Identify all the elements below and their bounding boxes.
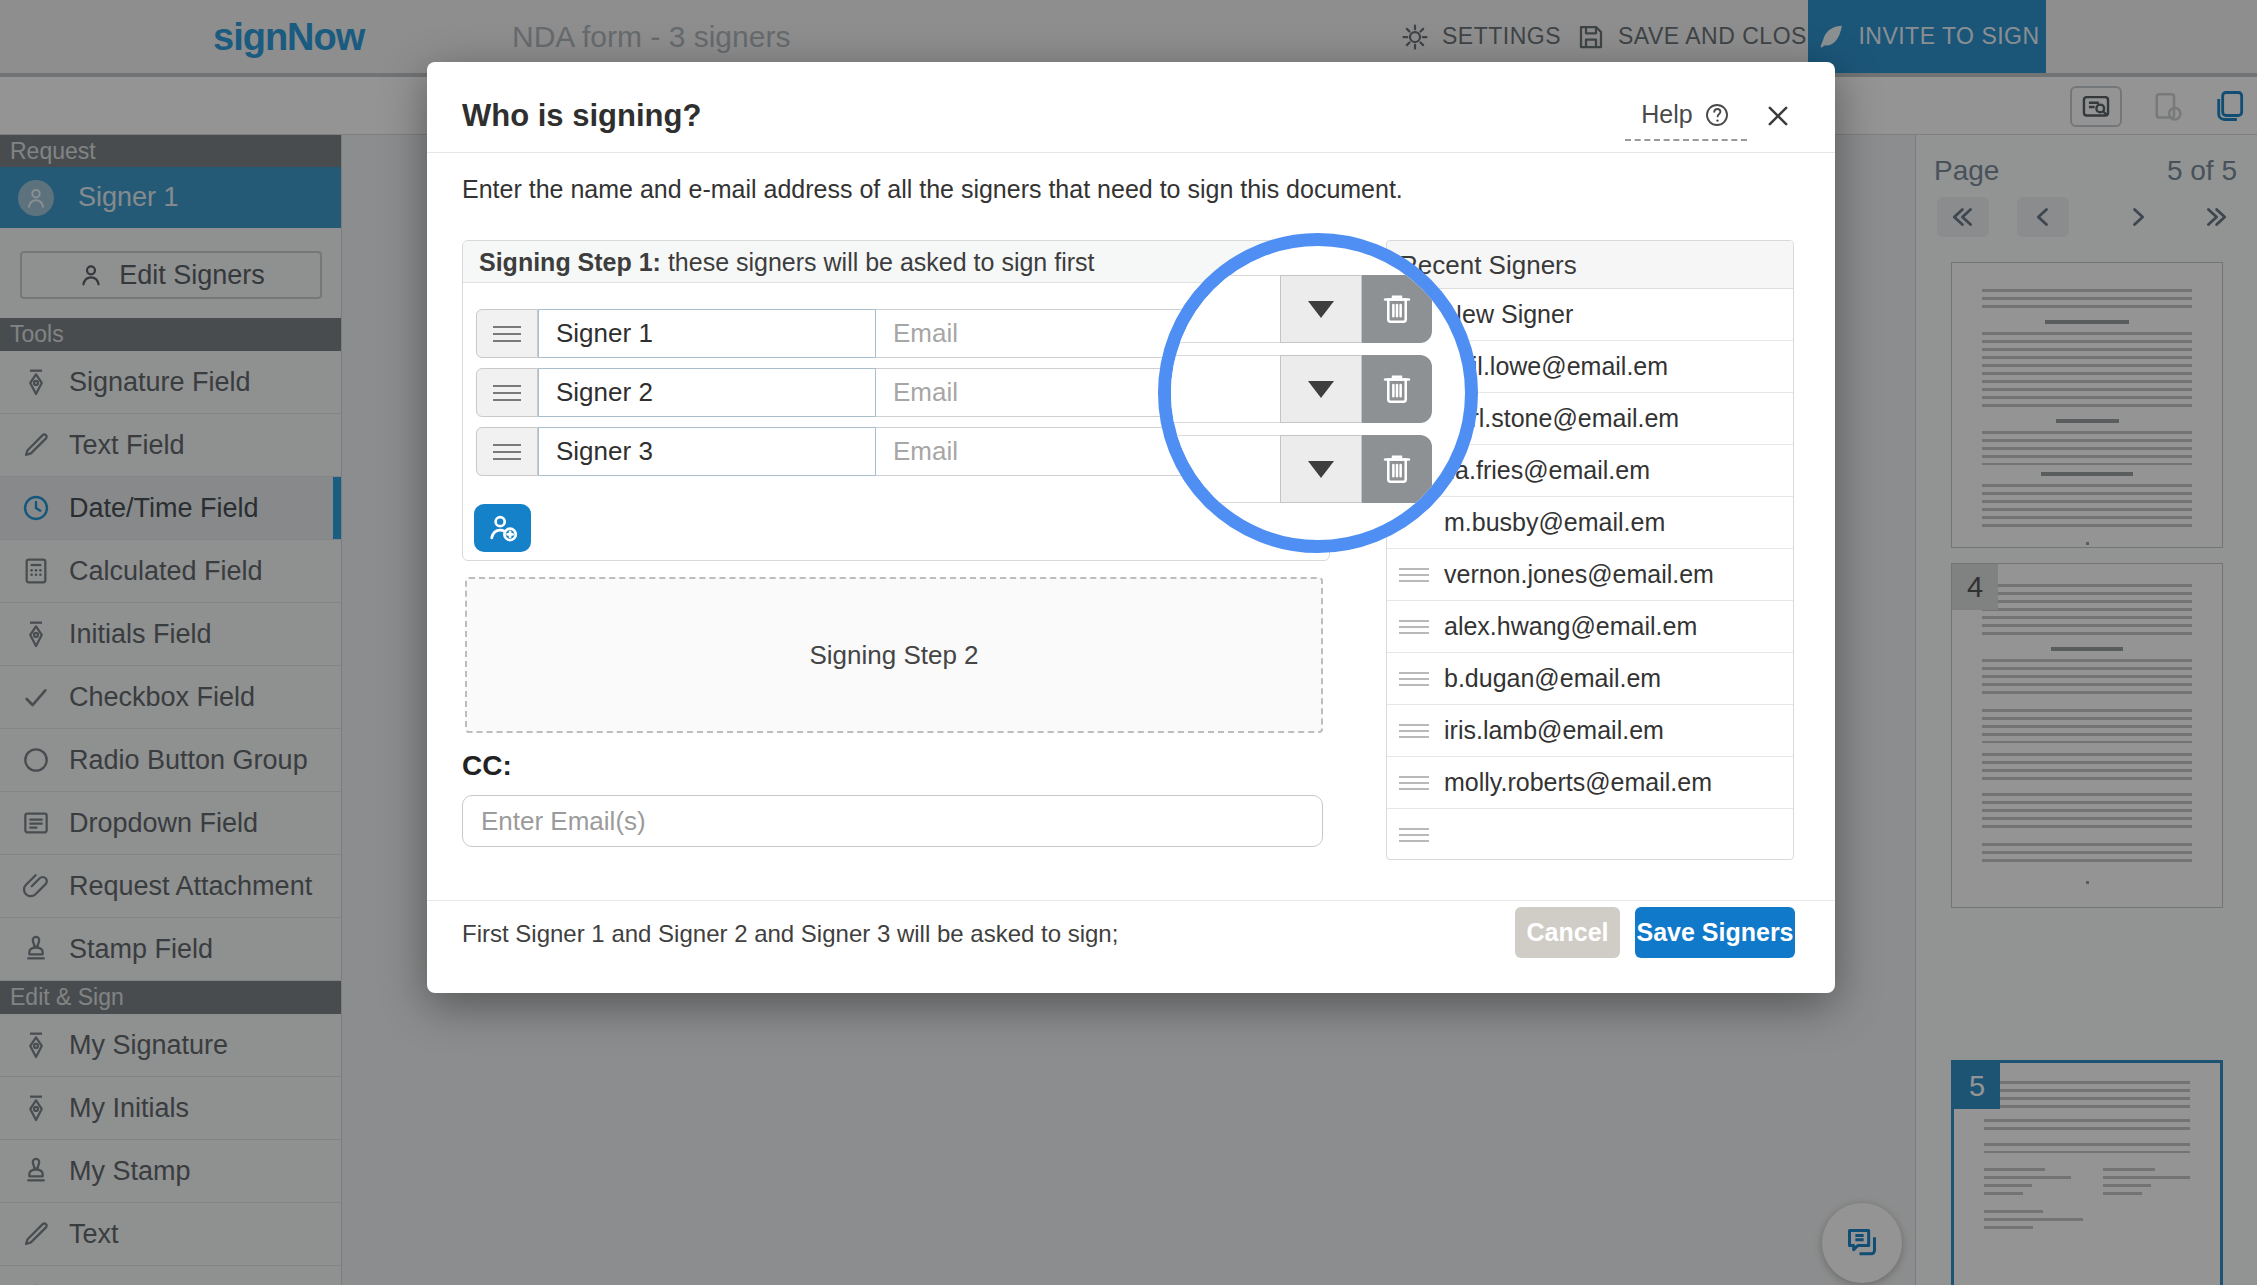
delete-signer-button[interactable] [1362, 275, 1432, 343]
trash-icon [1378, 448, 1416, 490]
close-icon[interactable] [1764, 102, 1792, 130]
drag-handle-icon [1399, 720, 1429, 742]
trash-icon [1378, 368, 1416, 410]
highlighted-row-controls [1158, 355, 1432, 423]
signer-options-dropdown[interactable] [1280, 355, 1362, 423]
delete-signer-button[interactable] [1362, 355, 1432, 423]
highlighted-row-controls [1158, 435, 1432, 503]
signer-email-input[interactable] [876, 309, 1213, 358]
drag-handle-icon [1399, 824, 1429, 846]
cc-label: CC: [462, 750, 512, 782]
recent-signer-item-empty[interactable] [1387, 809, 1793, 861]
highlight-circle [1158, 233, 1478, 553]
recent-signers-header: Recent Signers [1387, 241, 1793, 289]
recent-signer-item[interactable]: alex.hwang@email.em [1387, 601, 1793, 653]
signing-step-1-heading: Signing Step 1: these signers will be as… [463, 241, 1329, 283]
signing-order-note: First Signer 1 and Signer 2 and Signer 3… [462, 920, 1118, 948]
delete-signer-button[interactable] [1362, 435, 1432, 503]
recent-signer-item[interactable]: molly.roberts@email.em [1387, 757, 1793, 809]
highlighted-row-controls [1158, 275, 1432, 343]
signer-name-input[interactable] [538, 427, 876, 476]
trash-icon [1378, 288, 1416, 330]
footer-divider [427, 900, 1835, 901]
cc-email-input[interactable] [462, 795, 1323, 847]
drag-handle-icon [1399, 772, 1429, 794]
chevron-down-icon [1308, 461, 1334, 478]
who-is-signing-dialog: Who is signing? Help Enter the name and … [427, 62, 1835, 993]
signing-step-2-dropzone[interactable]: Signing Step 2 [465, 577, 1323, 733]
help-link[interactable]: Help [1625, 100, 1747, 141]
person-add-icon [486, 511, 520, 545]
drag-handle[interactable] [476, 309, 538, 358]
chevron-down-icon [1308, 301, 1334, 318]
recent-signer-item[interactable]: iris.lamb@email.em [1387, 705, 1793, 757]
chevron-down-icon [1308, 381, 1334, 398]
signer-options-dropdown[interactable] [1280, 275, 1362, 343]
drag-handle[interactable] [476, 427, 538, 476]
recent-signer-item[interactable]: vernon.jones@email.em [1387, 549, 1793, 601]
header-divider [427, 152, 1835, 153]
dialog-title: Who is signing? [462, 98, 701, 134]
drag-handle[interactable] [476, 368, 538, 417]
save-signers-button[interactable]: Save Signers [1635, 907, 1795, 958]
recent-signer-item[interactable]: b.dugan@email.em [1387, 653, 1793, 705]
cancel-button[interactable]: Cancel [1515, 907, 1620, 958]
signer-options-dropdown[interactable] [1280, 435, 1362, 503]
dialog-description: Enter the name and e-mail address of all… [462, 175, 1403, 204]
signer-name-input[interactable] [538, 309, 876, 358]
drag-handle-icon [1399, 668, 1429, 690]
drag-handle-icon [1399, 564, 1429, 586]
help-icon [1703, 101, 1731, 129]
signer-name-input[interactable] [538, 368, 876, 417]
recent-signer-item[interactable]: m.busby@email.em [1387, 497, 1793, 549]
add-signer-button[interactable] [474, 504, 531, 552]
drag-handle-icon [1399, 616, 1429, 638]
